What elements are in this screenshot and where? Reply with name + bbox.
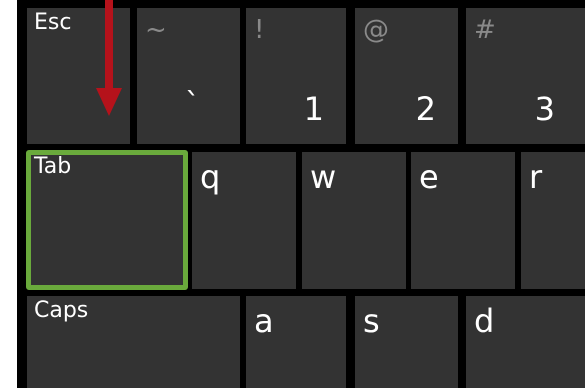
key-esc-label: Esc [34,10,72,35]
key-3-shift-label: # [474,15,496,45]
key-3[interactable]: # 3 [466,8,585,144]
key-e[interactable]: e [411,152,515,289]
key-d[interactable]: d [466,296,585,388]
key-3-label: 3 [534,90,555,128]
key-r-label: r [529,158,543,196]
key-q[interactable]: q [192,152,296,289]
tab-key-highlight-frame [26,150,188,290]
key-backtick-label: ` [185,87,200,122]
key-r[interactable]: r [521,152,585,289]
key-s[interactable]: s [355,296,458,388]
key-a-label: a [254,302,274,340]
keyboard-screenshot: Esc ~ ` ! 1 @ 2 # 3 Tab q w e r Caps a s… [0,0,585,388]
key-e-label: e [419,158,439,196]
key-caps[interactable]: Caps [27,296,240,388]
key-1-shift-label: ! [254,15,265,45]
key-a[interactable]: a [246,296,346,388]
key-d-label: d [474,302,495,340]
key-q-label: q [200,158,221,196]
key-backtick[interactable]: ~ ` [137,8,240,144]
key-backtick-shift-label: ~ [145,15,167,45]
key-w[interactable]: w [302,152,406,289]
key-s-label: s [363,302,380,340]
key-1-label: 1 [303,90,324,128]
key-2-shift-label: @ [363,15,389,45]
key-caps-label: Caps [34,298,89,323]
key-1[interactable]: ! 1 [246,8,346,144]
down-arrow-icon [96,0,122,116]
key-w-label: w [310,158,337,196]
key-2[interactable]: @ 2 [355,8,458,144]
key-2-label: 2 [415,90,436,128]
